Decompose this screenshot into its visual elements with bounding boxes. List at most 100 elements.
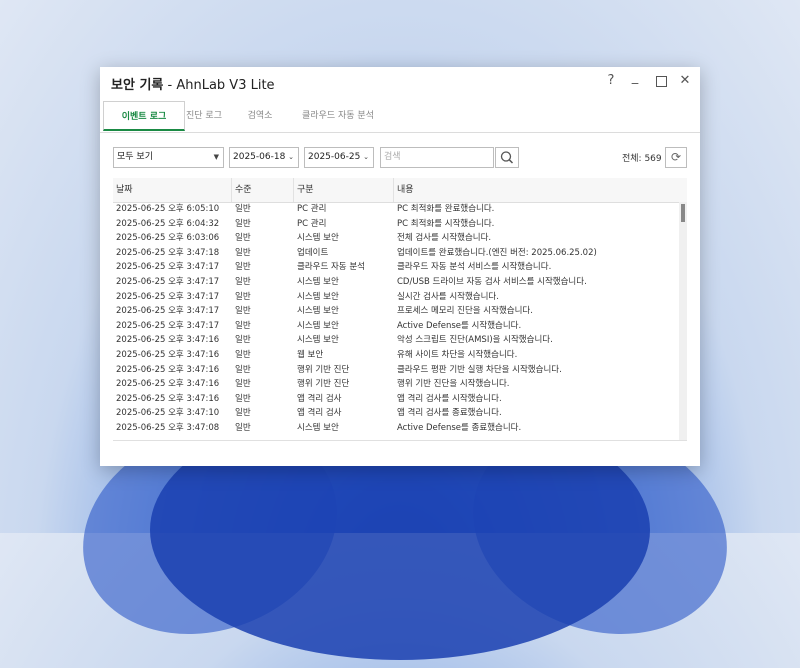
- cell-level: 일반: [235, 247, 251, 258]
- tab-scan-log[interactable]: 진단 로그: [180, 101, 228, 131]
- cell-category: 앱 격리 검사: [297, 408, 342, 419]
- window-title-main: 보안 기록: [111, 78, 164, 93]
- cell-content: Active Defense를 종료했습니다.: [397, 422, 522, 433]
- search-icon: [500, 151, 514, 164]
- cell-date: 2025-06-25 오후 3:47:17: [116, 276, 220, 287]
- filter-bar: 모두 보기 ▼ 2025-06-18 ⌄ 2025-06-25 ⌄ 검색 전체:…: [100, 147, 700, 171]
- cell-date: 2025-06-25 오후 3:47:18: [116, 247, 220, 258]
- date-from-value: 2025-06-18: [233, 152, 286, 162]
- table-row[interactable]: 2025-06-25 오후 3:47:10 일반 앱 격리 검사 앱 격리 검사를 종…: [113, 406, 679, 421]
- cell-content: 업데이트를 완료했습니다.(엔진 버전: 2025.06.25.02): [397, 247, 597, 258]
- column-level[interactable]: 수준: [231, 178, 293, 202]
- date-to-value: 2025-06-25: [308, 152, 361, 162]
- cell-content: 앱 격리 검사를 시작했습니다.: [397, 393, 502, 404]
- cell-category: 시스템 보안: [297, 233, 339, 244]
- minimize-button[interactable]: _: [627, 70, 643, 85]
- cell-category: PC 관리: [297, 218, 327, 229]
- cell-level: 일반: [235, 379, 251, 390]
- cell-category: 시스템 보안: [297, 276, 339, 287]
- cell-level: 일반: [235, 422, 251, 433]
- table-row[interactable]: 2025-06-25 오후 3:47:16 일반 시스템 보안 악성 스크립트 진단(…: [113, 333, 679, 348]
- view-select[interactable]: 모두 보기 ▼: [113, 147, 224, 168]
- cell-level: 일반: [235, 320, 251, 331]
- cell-content: 프로세스 메모리 진단을 시작했습니다.: [397, 306, 533, 317]
- table-row[interactable]: 2025-06-25 오후 3:47:16 일반 행위 기반 진단 행위 기반 진단을…: [113, 377, 679, 392]
- cell-date: 2025-06-25 오후 6:03:06: [116, 233, 220, 244]
- maximize-icon: [655, 76, 667, 87]
- table-row[interactable]: 2025-06-25 오후 6:05:10 일반 PC 관리 PC 최적화를 완료했습…: [113, 202, 679, 217]
- window-title-app: - AhnLab V3 Lite: [163, 78, 275, 93]
- table-row[interactable]: 2025-06-25 오후 3:47:17 일반 시스템 보안 Active Defe…: [113, 319, 679, 334]
- cell-date: 2025-06-25 오후 3:47:16: [116, 379, 220, 390]
- search-input[interactable]: 검색: [380, 147, 494, 168]
- scrollbar-thumb[interactable]: [681, 204, 685, 222]
- scrollbar[interactable]: [679, 202, 687, 440]
- column-content[interactable]: 내용: [393, 178, 679, 202]
- maximize-button[interactable]: [653, 73, 669, 91]
- cell-content: 전체 검사를 시작했습니다.: [397, 233, 492, 244]
- cell-date: 2025-06-25 오후 3:47:10: [116, 408, 220, 419]
- close-button[interactable]: ✕: [677, 73, 693, 88]
- cell-content: 클라우드 자동 분석 서비스를 시작했습니다.: [397, 262, 552, 273]
- cell-content: PC 최적화를 시작했습니다.: [397, 218, 495, 229]
- cell-level: 일반: [235, 291, 251, 302]
- table-row[interactable]: 2025-06-25 오후 3:47:16 일반 행위 기반 진단 클라우드 평판 기…: [113, 363, 679, 378]
- tab-quarantine[interactable]: 검역소: [238, 101, 282, 131]
- chevron-down-icon: ⌄: [288, 153, 294, 161]
- search-button[interactable]: [495, 147, 519, 168]
- cell-level: 일반: [235, 364, 251, 375]
- table-row[interactable]: 2025-06-25 오후 3:47:17 일반 시스템 보안 실시간 검사를 시작했…: [113, 290, 679, 305]
- cell-date: 2025-06-25 오후 3:47:16: [116, 349, 220, 360]
- refresh-button[interactable]: ⟳: [665, 147, 687, 168]
- cell-content: 행위 기반 진단을 시작했습니다.: [397, 379, 510, 390]
- chevron-down-icon: ⌄: [363, 153, 369, 161]
- table-row[interactable]: 2025-06-25 오후 3:47:17 일반 시스템 보안 CD/USB 드라이브…: [113, 275, 679, 290]
- tab-event-log[interactable]: 이벤트 로그: [103, 101, 185, 131]
- tab-bar: 이벤트 로그 진단 로그 검역소 클라우드 자동 분석: [100, 99, 700, 133]
- help-button[interactable]: ?: [603, 73, 619, 88]
- cell-level: 일반: [235, 335, 251, 346]
- column-date[interactable]: 날짜: [113, 178, 231, 202]
- table-row[interactable]: 2025-06-25 오후 3:47:08 일반 시스템 보안 Active Defe…: [113, 421, 679, 436]
- cell-level: 일반: [235, 306, 251, 317]
- cell-date: 2025-06-25 오후 3:47:08: [116, 422, 220, 433]
- cell-date: 2025-06-25 오후 3:47:17: [116, 306, 220, 317]
- chevron-down-icon: ▼: [213, 153, 219, 161]
- cell-category: 클라우드 자동 분석: [297, 262, 365, 273]
- cell-date: 2025-06-25 오후 3:47:16: [116, 393, 220, 404]
- table-row[interactable]: 2025-06-25 오후 3:47:17 일반 클라우드 자동 분석 클라우드 자동…: [113, 260, 679, 275]
- cell-level: 일반: [235, 262, 251, 273]
- column-category[interactable]: 구분: [293, 178, 393, 202]
- event-log-table: 날짜 수준 구분 내용 2025-06-25 오후 6:05:10 일반 PC 관리…: [113, 178, 687, 441]
- cell-category: 시스템 보안: [297, 422, 339, 433]
- table-body: 2025-06-25 오후 6:05:10 일반 PC 관리 PC 최적화를 완료했습…: [113, 202, 679, 436]
- date-from-picker[interactable]: 2025-06-18 ⌄: [229, 147, 299, 168]
- security-log-window: 보안 기록 - AhnLab V3 Lite ? _ ✕ 이벤트 로그 진단 로…: [100, 67, 700, 466]
- table-row[interactable]: 2025-06-25 오후 3:47:17 일반 시스템 보안 프로세스 메모리 진단…: [113, 304, 679, 319]
- table-row[interactable]: 2025-06-25 오후 6:03:06 일반 시스템 보안 전체 검사를 시작했습…: [113, 231, 679, 246]
- table-row[interactable]: 2025-06-25 오후 6:04:32 일반 PC 관리 PC 최적화를 시작했습…: [113, 217, 679, 232]
- cell-category: 웹 보안: [297, 349, 324, 360]
- cell-content: Active Defense를 시작했습니다.: [397, 320, 522, 331]
- cell-category: 업데이트: [297, 247, 329, 258]
- table-row[interactable]: 2025-06-25 오후 3:47:16 일반 앱 격리 검사 앱 격리 검사를 시…: [113, 392, 679, 407]
- tab-cloud-analysis[interactable]: 클라우드 자동 분석: [292, 101, 384, 131]
- cell-category: 행위 기반 진단: [297, 379, 350, 390]
- cell-category: 시스템 보안: [297, 291, 339, 302]
- cell-level: 일반: [235, 204, 251, 214]
- date-to-picker[interactable]: 2025-06-25 ⌄: [304, 147, 374, 168]
- window-title: 보안 기록 - AhnLab V3 Lite: [111, 74, 275, 93]
- title-bar: 보안 기록 - AhnLab V3 Lite ? _ ✕: [100, 67, 700, 99]
- cell-content: 앱 격리 검사를 종료했습니다.: [397, 408, 502, 419]
- cell-date: 2025-06-25 오후 3:47:16: [116, 364, 220, 375]
- table-row[interactable]: 2025-06-25 오후 3:47:16 일반 웹 보안 유해 사이트 차단을 시작…: [113, 348, 679, 363]
- table-header: 날짜 수준 구분 내용: [113, 178, 687, 203]
- cell-date: 2025-06-25 오후 3:47:17: [116, 320, 220, 331]
- cell-content: CD/USB 드라이브 자동 검사 서비스를 시작했습니다.: [397, 276, 587, 287]
- cell-category: 시스템 보안: [297, 306, 339, 317]
- cell-date: 2025-06-25 오후 3:47:16: [116, 335, 220, 346]
- cell-date: 2025-06-25 오후 3:47:17: [116, 262, 220, 273]
- table-row[interactable]: 2025-06-25 오후 3:47:18 일반 업데이트 업데이트를 완료했습니다.…: [113, 246, 679, 261]
- cell-level: 일반: [235, 233, 251, 244]
- cell-date: 2025-06-25 오후 6:04:32: [116, 218, 220, 229]
